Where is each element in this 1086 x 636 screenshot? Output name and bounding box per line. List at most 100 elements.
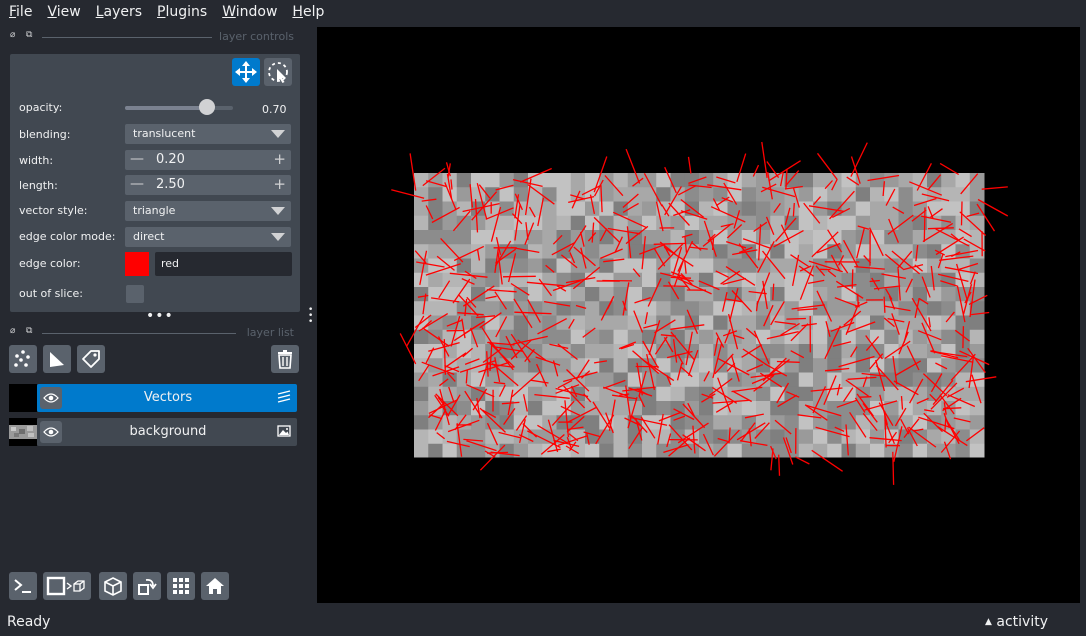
image-pixel (585, 315, 600, 331)
new-shapes-layer-button[interactable] (43, 345, 71, 373)
decrement-length-button[interactable]: — (130, 176, 144, 192)
image-pixel (456, 230, 472, 245)
grid-view-button[interactable] (167, 572, 195, 600)
image-pixel (499, 230, 515, 245)
image-pixel (528, 401, 543, 416)
delete-layer-button[interactable] (271, 345, 299, 373)
canvas-rendering (391, 141, 1009, 485)
image-pixel (699, 301, 714, 316)
visibility-toggle[interactable] (40, 387, 62, 409)
new-labels-layer-button[interactable] (77, 345, 105, 373)
roll-dimensions-button[interactable] (99, 572, 127, 600)
viewer-canvas[interactable] (317, 27, 1080, 603)
image-pixel (684, 287, 700, 302)
image-pixel (613, 401, 629, 416)
transpose-button[interactable] (133, 572, 161, 600)
pan-zoom-mode-button[interactable] (232, 58, 260, 86)
close-dock-icon[interactable]: ⌀ (10, 326, 15, 336)
vector-line (795, 456, 810, 465)
ndisplay-toggle-button[interactable] (43, 572, 91, 600)
menu-file[interactable]: File (4, 4, 37, 20)
length-spinbox[interactable]: — 2.50 + (125, 175, 291, 195)
image-pixel (841, 187, 857, 202)
decrement-width-button[interactable]: — (130, 151, 144, 167)
increment-width-button[interactable]: + (273, 150, 286, 168)
edge-color-swatch[interactable] (125, 252, 149, 276)
layer-name[interactable]: Vectors (69, 390, 267, 405)
float-dock-icon[interactable]: ⧉ (26, 30, 32, 40)
terminal-icon (14, 579, 31, 593)
panel-splitter-handle[interactable]: ••• (146, 309, 174, 323)
image-pixel (442, 301, 458, 316)
menu-layers[interactable]: Layers (91, 4, 147, 20)
image-pixel (941, 258, 956, 274)
layer-row-background[interactable]: background (9, 418, 297, 446)
width-spinbox[interactable]: — 0.20 + (125, 150, 291, 170)
layer-controls-title-bar: ⌀ ⧉ layer controls (8, 30, 294, 44)
image-pixel (798, 187, 814, 202)
vector-line (772, 283, 775, 300)
layer-name[interactable]: background (69, 424, 267, 439)
home-reset-view-button[interactable] (201, 572, 229, 600)
layer-row-vectors[interactable]: Vectors (9, 384, 297, 412)
edge-color-mode-dropdown[interactable]: direct (125, 227, 291, 247)
menu-help[interactable]: Help (287, 4, 329, 20)
image-pixel (855, 415, 871, 430)
image-pixel (585, 443, 600, 458)
menu-bar: File View Layers Plugins Window Help (0, 0, 1086, 24)
blending-dropdown[interactable]: translucent (125, 124, 291, 144)
grid-icon (173, 578, 189, 594)
image-pixel (713, 258, 728, 274)
image-pixel (912, 401, 928, 416)
new-points-layer-button[interactable] (9, 345, 37, 373)
image-pixel (727, 401, 743, 416)
background-image-layer (414, 173, 985, 458)
activity-button[interactable]: ▲ activity (985, 614, 1048, 630)
image-pixel (570, 173, 586, 188)
image-pixel (770, 386, 785, 402)
menu-plugins[interactable]: Plugins (152, 4, 212, 20)
image-pixel (414, 329, 429, 345)
image-pixel (585, 258, 600, 274)
image-pixel (699, 201, 714, 217)
edge-color-input[interactable]: red (155, 252, 292, 276)
image-pixel (656, 258, 671, 274)
image-pixel (485, 429, 500, 445)
image-pixel (870, 386, 885, 402)
layer-row-body[interactable]: background (37, 418, 297, 446)
menu-view[interactable]: View (42, 4, 85, 20)
image-pixel (684, 187, 700, 202)
image-pixel (870, 244, 885, 259)
image-pixel (414, 287, 429, 302)
image-pixel (770, 429, 785, 445)
console-button[interactable] (9, 572, 37, 600)
close-dock-icon[interactable]: ⌀ (10, 30, 15, 40)
image-pixel (827, 301, 842, 316)
float-dock-icon[interactable]: ⧉ (26, 326, 32, 336)
select-vectors-mode-button[interactable] (264, 58, 292, 86)
dock-splitter-handle[interactable]: • • • (308, 306, 313, 327)
image-pixel (699, 187, 714, 202)
image-pixel (884, 358, 899, 373)
image-pixel (471, 344, 486, 359)
image-pixel (699, 315, 714, 331)
image-pixel (442, 272, 458, 288)
image-pixel (585, 287, 600, 302)
image-pixel (542, 258, 557, 274)
image-pixel (898, 215, 914, 231)
image-pixel (627, 187, 643, 202)
visibility-toggle[interactable] (40, 421, 62, 443)
out-of-slice-checkbox[interactable] (126, 285, 144, 303)
image-pixel (870, 415, 885, 430)
image-pixel (613, 429, 629, 445)
vector-style-dropdown[interactable]: triangle (125, 201, 291, 221)
length-value[interactable]: 2.50 (156, 177, 185, 192)
increment-length-button[interactable]: + (273, 175, 286, 193)
image-pixel (585, 215, 600, 231)
image-pixel (756, 315, 771, 331)
menu-window[interactable]: Window (217, 4, 282, 20)
image-pixel (912, 244, 928, 259)
opacity-slider-handle[interactable] (198, 99, 215, 115)
width-value[interactable]: 0.20 (156, 152, 185, 167)
layer-row-body[interactable]: Vectors (37, 384, 297, 412)
